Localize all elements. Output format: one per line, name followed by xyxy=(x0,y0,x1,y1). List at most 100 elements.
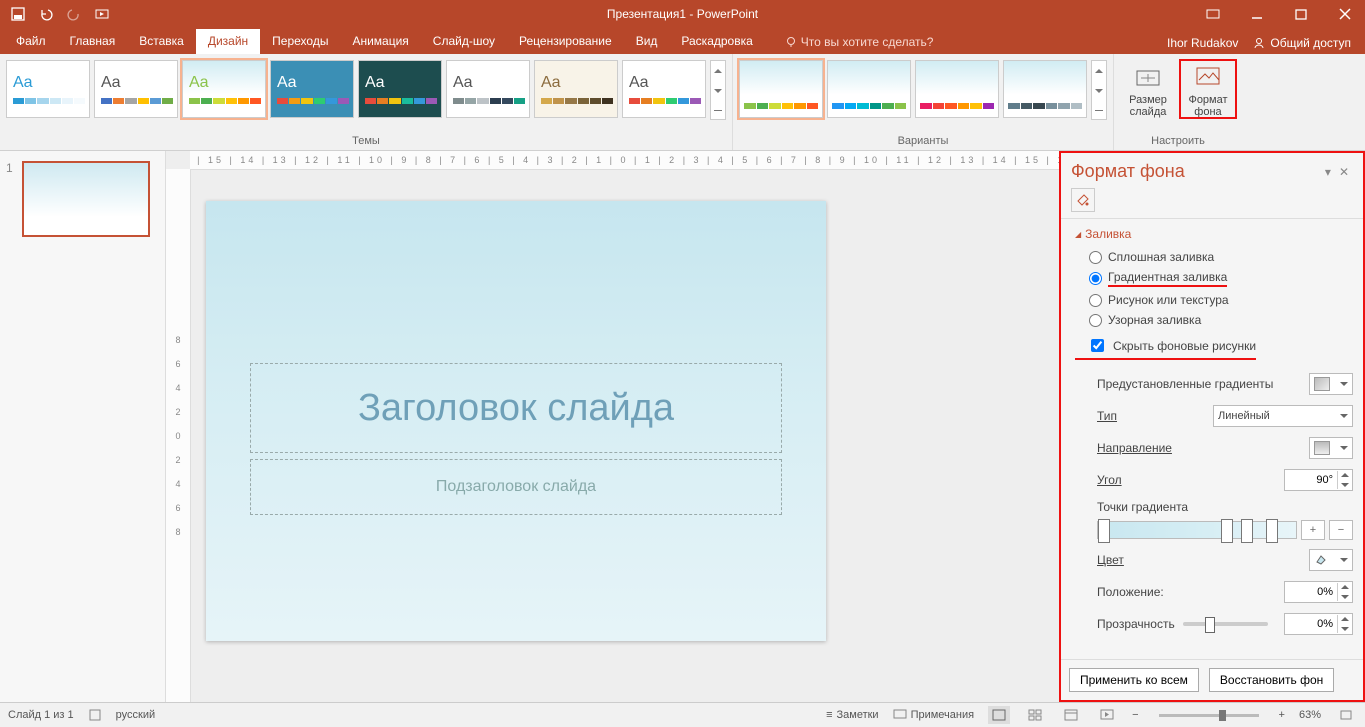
slide-thumbnails-panel: 1 xyxy=(0,151,166,702)
tab-storyboard[interactable]: Раскадровка xyxy=(669,29,764,54)
notes-toggle[interactable]: ≡ Заметки xyxy=(826,709,879,721)
remove-stop-button[interactable]: − xyxy=(1329,520,1353,540)
tab-review[interactable]: Рецензирование xyxy=(507,29,624,54)
pane-close-icon[interactable]: ✕ xyxy=(1335,163,1353,181)
fill-category-icon[interactable] xyxy=(1071,188,1095,212)
fill-pattern-radio[interactable]: Узорная заливка xyxy=(1075,310,1355,330)
position-spinner[interactable] xyxy=(1284,581,1353,603)
theme-thumb[interactable]: Aa xyxy=(182,60,266,118)
gradient-stops-label: Точки градиента xyxy=(1075,496,1355,516)
user-label[interactable]: Ihor Rudakov xyxy=(1167,36,1238,50)
theme-thumb[interactable]: Aa xyxy=(446,60,530,118)
gradient-stop[interactable] xyxy=(1098,519,1110,543)
variants-expander[interactable] xyxy=(1091,60,1107,120)
title-placeholder[interactable]: Заголовок слайда xyxy=(250,363,782,453)
reading-view-icon[interactable] xyxy=(1060,706,1082,724)
language-label[interactable]: русский xyxy=(116,709,155,721)
theme-thumb[interactable]: Aa xyxy=(622,60,706,118)
variant-thumb[interactable] xyxy=(827,60,911,118)
variant-thumb[interactable] xyxy=(739,60,823,118)
slideshow-view-icon[interactable] xyxy=(1096,706,1118,724)
slide-canvas[interactable]: Заголовок слайда Подзаголовок слайда xyxy=(206,201,826,641)
gradient-stop[interactable] xyxy=(1266,519,1278,543)
lightbulb-icon xyxy=(785,36,797,48)
apply-to-all-button[interactable]: Применить ко всем xyxy=(1069,668,1199,692)
slide-size-button[interactable]: Размер слайда xyxy=(1120,60,1176,118)
status-bar: Слайд 1 из 1 русский ≡ Заметки Примечани… xyxy=(0,702,1365,727)
zoom-in-button[interactable]: + xyxy=(1279,709,1285,721)
slide-editor: | 16 | 15 | 14 | 13 | 12 | 11 | 10 | 9 |… xyxy=(166,151,1059,702)
ribbon-display-icon[interactable] xyxy=(1193,0,1233,28)
tab-animations[interactable]: Анимация xyxy=(340,29,420,54)
variants-group-label: Варианты xyxy=(739,133,1107,150)
comments-toggle[interactable]: Примечания xyxy=(893,709,975,721)
theme-thumb[interactable]: Aa xyxy=(94,60,178,118)
reset-background-button[interactable]: Восстановить фон xyxy=(1209,668,1334,692)
variant-thumb[interactable] xyxy=(1003,60,1087,118)
spellcheck-icon[interactable] xyxy=(88,708,102,722)
themes-expander[interactable] xyxy=(710,60,726,120)
zoom-level[interactable]: 63% xyxy=(1299,709,1321,721)
format-background-icon xyxy=(1194,64,1222,92)
transparency-field: Прозрачность xyxy=(1075,608,1355,640)
fill-solid-radio[interactable]: Сплошная заливка xyxy=(1075,247,1355,267)
stop-color-combo[interactable] xyxy=(1309,549,1353,571)
slide-size-icon xyxy=(1134,64,1162,92)
tab-insert[interactable]: Вставка xyxy=(127,29,196,54)
angle-spinner[interactable] xyxy=(1284,469,1353,491)
tab-slideshow[interactable]: Слайд-шоу xyxy=(421,29,507,54)
tab-transitions[interactable]: Переходы xyxy=(260,29,340,54)
gradient-type-combo[interactable]: Линейный xyxy=(1213,405,1353,427)
start-from-beginning-icon[interactable] xyxy=(92,4,112,24)
gradient-stops-slider: + − xyxy=(1097,520,1353,540)
preset-gradients-field: Предустановленные градиенты xyxy=(1075,368,1355,400)
maximize-icon[interactable] xyxy=(1281,0,1321,28)
horizontal-ruler: | 16 | 15 | 14 | 13 | 12 | 11 | 10 | 9 |… xyxy=(190,151,1059,170)
pane-menu-icon[interactable]: ▾ xyxy=(1321,163,1335,181)
share-button[interactable]: Общий доступ xyxy=(1252,36,1351,50)
fill-section-header[interactable]: Заливка xyxy=(1075,227,1355,241)
fill-gradient-radio[interactable]: Градиентная заливка xyxy=(1075,267,1355,290)
tab-file[interactable]: Файл xyxy=(4,29,58,54)
zoom-out-button[interactable]: − xyxy=(1132,709,1138,721)
ribbon-tabs: Файл Главная Вставка Дизайн Переходы Ани… xyxy=(0,28,1365,54)
save-icon[interactable] xyxy=(8,4,28,24)
tell-me-search[interactable]: Что вы хотите сделать? xyxy=(777,30,942,54)
close-icon[interactable] xyxy=(1325,0,1365,28)
transparency-spinner[interactable] xyxy=(1284,613,1353,635)
theme-thumb[interactable]: Aa xyxy=(6,60,90,118)
theme-thumb[interactable]: Aa xyxy=(358,60,442,118)
subtitle-placeholder[interactable]: Подзаголовок слайда xyxy=(250,459,782,515)
hide-bg-graphics-checkbox[interactable]: Скрыть фоновые рисунки xyxy=(1075,330,1256,360)
normal-view-icon[interactable] xyxy=(988,706,1010,724)
gradient-direction-combo[interactable] xyxy=(1309,437,1353,459)
gradient-stop[interactable] xyxy=(1221,519,1233,543)
sorter-view-icon[interactable] xyxy=(1024,706,1046,724)
gradient-type-field: Тип Линейный xyxy=(1075,400,1355,432)
ribbon: Aa Aa Aa Aa Aa Aa Aa Aa Темы Варианты xyxy=(0,54,1365,151)
theme-thumb[interactable]: Aa xyxy=(270,60,354,118)
theme-thumb[interactable]: Aa xyxy=(534,60,618,118)
gradient-stop[interactable] xyxy=(1241,519,1253,543)
window-title: Презентация1 - PowerPoint xyxy=(0,7,1365,21)
preset-gradients-combo[interactable] xyxy=(1309,373,1353,395)
slide-thumbnail[interactable]: 1 xyxy=(22,161,155,237)
stop-position-field: Положение: xyxy=(1075,576,1355,608)
tab-home[interactable]: Главная xyxy=(58,29,128,54)
themes-group-label: Темы xyxy=(6,133,726,150)
redo-icon[interactable] xyxy=(64,4,84,24)
customize-group-label: Настроить xyxy=(1120,133,1236,150)
undo-icon[interactable] xyxy=(36,4,56,24)
minimize-icon[interactable] xyxy=(1237,0,1277,28)
vertical-ruler: 864202468 xyxy=(166,169,191,702)
slide-counter[interactable]: Слайд 1 из 1 xyxy=(8,709,74,721)
format-background-button[interactable]: Формат фона xyxy=(1180,60,1236,118)
tab-design[interactable]: Дизайн xyxy=(196,29,260,54)
variant-thumb[interactable] xyxy=(915,60,999,118)
zoom-slider[interactable] xyxy=(1159,714,1259,717)
fill-picture-radio[interactable]: Рисунок или текстура xyxy=(1075,290,1355,310)
add-stop-button[interactable]: + xyxy=(1301,520,1325,540)
transparency-slider[interactable] xyxy=(1183,622,1268,626)
fit-to-window-icon[interactable] xyxy=(1335,706,1357,724)
tab-view[interactable]: Вид xyxy=(624,29,670,54)
